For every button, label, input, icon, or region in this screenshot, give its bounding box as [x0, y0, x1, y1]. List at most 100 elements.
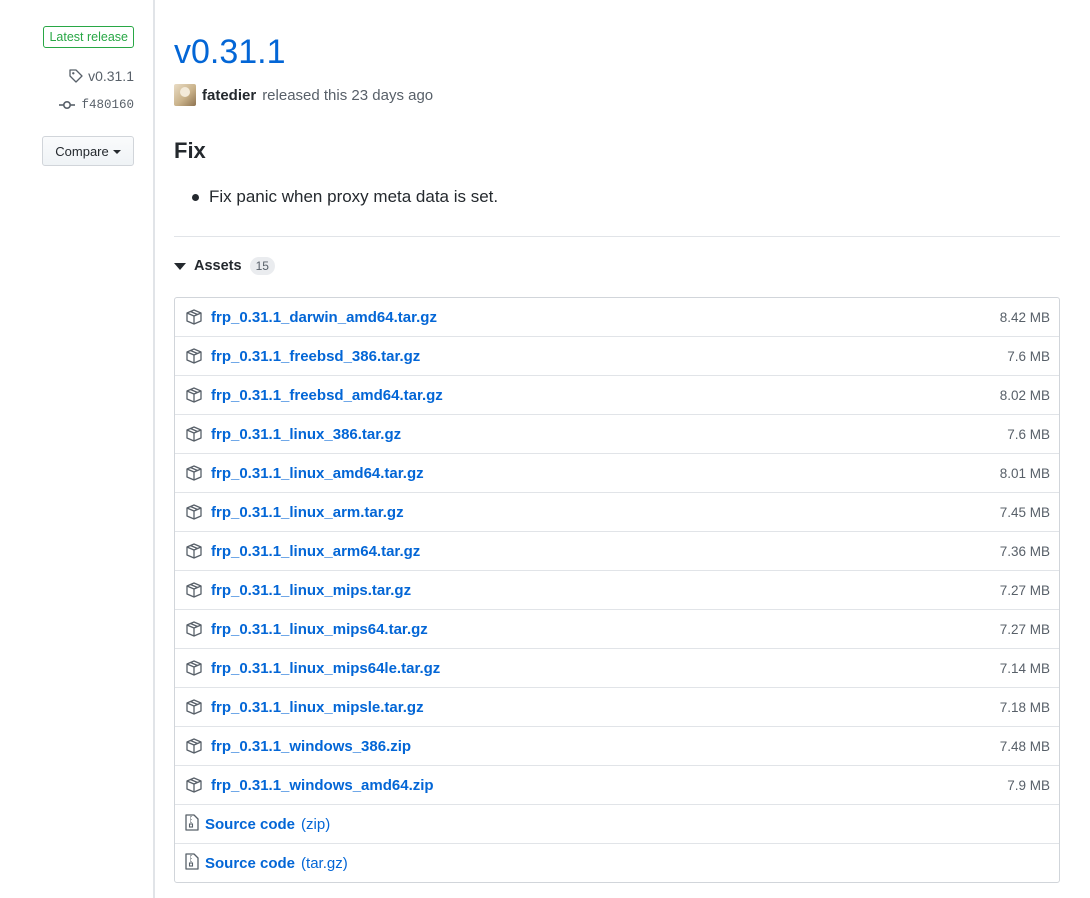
- release-notes-heading: Fix: [174, 138, 206, 163]
- asset-download-link[interactable]: frp_0.31.1_linux_mipsle.tar.gz: [185, 699, 1000, 716]
- asset-size: 7.48 MB: [999, 738, 1050, 754]
- asset-download-link[interactable]: frp_0.31.1_windows_386.zip: [185, 738, 1000, 755]
- asset-row: frp_0.31.1_linux_mipsle.tar.gz 7.18 MB: [175, 687, 1059, 726]
- asset-download-link[interactable]: frp_0.31.1_windows_amd64.zip: [185, 777, 1007, 794]
- assets-count: 15: [249, 257, 275, 275]
- asset-name: frp_0.31.1_freebsd_386.tar.gz: [211, 347, 421, 365]
- file-zip-icon: [185, 852, 199, 874]
- divider: [174, 236, 1060, 237]
- asset-name: frp_0.31.1_linux_amd64.tar.gz: [211, 464, 424, 482]
- release-notes-list: Fix panic when proxy meta data is set.: [192, 185, 498, 209]
- tag-icon: [69, 69, 83, 83]
- asset-row: frp_0.31.1_linux_amd64.tar.gz 8.01 MB: [175, 453, 1059, 492]
- asset-size: 7.36 MB: [999, 543, 1050, 559]
- author-link[interactable]: fatedier: [202, 87, 256, 104]
- package-icon: [185, 504, 203, 520]
- source-code-format: (tar.gz): [301, 854, 348, 872]
- asset-name: frp_0.31.1_windows_amd64.zip: [211, 776, 434, 794]
- package-icon: [185, 621, 203, 637]
- asset-size: 7.6 MB: [1007, 426, 1050, 442]
- asset-download-link[interactable]: frp_0.31.1_freebsd_386.tar.gz: [185, 348, 1007, 365]
- asset-size: 7.14 MB: [999, 660, 1050, 676]
- asset-download-link[interactable]: frp_0.31.1_linux_mips64le.tar.gz: [185, 660, 1000, 677]
- asset-download-link[interactable]: frp_0.31.1_linux_arm.tar.gz: [185, 504, 1000, 521]
- source-code-link[interactable]: Source code (zip): [185, 813, 331, 835]
- asset-size: 7.27 MB: [999, 621, 1050, 637]
- asset-row: frp_0.31.1_linux_arm.tar.gz 7.45 MB: [175, 492, 1059, 531]
- asset-name: frp_0.31.1_freebsd_amd64.tar.gz: [211, 386, 443, 404]
- avatar[interactable]: [174, 84, 196, 106]
- asset-row: frp_0.31.1_linux_mips.tar.gz 7.27 MB: [175, 570, 1059, 609]
- asset-size: 7.27 MB: [999, 582, 1050, 598]
- asset-row: frp_0.31.1_freebsd_386.tar.gz 7.6 MB: [175, 336, 1059, 375]
- source-code-format: (zip): [301, 815, 331, 833]
- release-commit[interactable]: f480160: [59, 98, 134, 112]
- asset-row: frp_0.31.1_freebsd_amd64.tar.gz 8.02 MB: [175, 375, 1059, 414]
- source-code-link[interactable]: Source code (tar.gz): [185, 852, 348, 874]
- asset-size: 8.42 MB: [999, 309, 1050, 325]
- package-icon: [185, 387, 203, 403]
- asset-row: frp_0.31.1_windows_386.zip 7.48 MB: [175, 726, 1059, 765]
- package-icon: [185, 426, 203, 442]
- assets-toggle[interactable]: Assets 15: [174, 257, 275, 275]
- compare-button[interactable]: Compare: [42, 136, 134, 166]
- file-zip-icon: [185, 813, 199, 835]
- latest-release-label: Latest release: [43, 26, 134, 48]
- asset-size: 8.02 MB: [999, 387, 1050, 403]
- asset-name: frp_0.31.1_linux_mipsle.tar.gz: [211, 698, 424, 716]
- asset-size: 8.01 MB: [999, 465, 1050, 481]
- asset-download-link[interactable]: frp_0.31.1_freebsd_amd64.tar.gz: [185, 387, 1000, 404]
- asset-download-link[interactable]: frp_0.31.1_linux_mips64.tar.gz: [185, 621, 1000, 638]
- asset-name: frp_0.31.1_linux_mips64le.tar.gz: [211, 659, 441, 677]
- asset-name: frp_0.31.1_linux_mips64.tar.gz: [211, 620, 428, 638]
- asset-row: frp_0.31.1_darwin_amd64.tar.gz 8.42 MB: [175, 298, 1059, 336]
- asset-download-link[interactable]: frp_0.31.1_darwin_amd64.tar.gz: [185, 309, 1000, 326]
- asset-download-link[interactable]: frp_0.31.1_linux_386.tar.gz: [185, 426, 1007, 443]
- release-meta-sidebar: Latest release v0.31.1 f480160 Compare: [0, 0, 155, 898]
- asset-row: frp_0.31.1_linux_386.tar.gz 7.6 MB: [175, 414, 1059, 453]
- package-icon: [185, 465, 203, 481]
- asset-download-link[interactable]: frp_0.31.1_linux_mips.tar.gz: [185, 582, 1000, 599]
- release-time: released this 23 days ago: [262, 86, 434, 104]
- asset-download-link[interactable]: frp_0.31.1_linux_arm64.tar.gz: [185, 543, 1000, 560]
- asset-name: frp_0.31.1_windows_386.zip: [211, 737, 412, 755]
- asset-size: 7.45 MB: [999, 504, 1050, 520]
- assets-list: frp_0.31.1_darwin_amd64.tar.gz 8.42 MB frp…: [174, 297, 1060, 883]
- asset-size: 7.18 MB: [999, 699, 1050, 715]
- asset-size: 7.6 MB: [1007, 348, 1050, 364]
- release-note-text: Fix panic when proxy meta data is set.: [209, 187, 499, 206]
- asset-row: frp_0.31.1_linux_mips64le.tar.gz 7.14 MB: [175, 648, 1059, 687]
- triangle-down-icon: [174, 262, 186, 270]
- bullet-icon: [192, 193, 199, 201]
- package-icon: [185, 543, 203, 559]
- release-note-item: Fix panic when proxy meta data is set.: [192, 185, 498, 209]
- commit-sha: f480160: [81, 98, 134, 112]
- git-commit-icon: [59, 100, 76, 110]
- source-code-row: Source code (zip): [175, 804, 1059, 843]
- source-code-row: Source code (tar.gz): [175, 843, 1059, 882]
- caret-down-icon: [112, 150, 121, 154]
- asset-name: frp_0.31.1_linux_arm64.tar.gz: [211, 542, 421, 560]
- package-icon: [185, 738, 203, 754]
- assets-heading: Assets: [194, 258, 242, 274]
- compare-label: Compare: [55, 143, 109, 159]
- asset-name: frp_0.31.1_linux_arm.tar.gz: [211, 503, 404, 521]
- package-icon: [185, 309, 203, 325]
- asset-name: frp_0.31.1_linux_386.tar.gz: [211, 425, 402, 443]
- asset-download-link[interactable]: frp_0.31.1_linux_amd64.tar.gz: [185, 465, 1000, 482]
- package-icon: [185, 699, 203, 715]
- asset-row: frp_0.31.1_linux_mips64.tar.gz 7.27 MB: [175, 609, 1059, 648]
- source-code-label: Source code: [205, 854, 296, 872]
- source-code-label: Source code: [205, 815, 296, 833]
- tag-name: v0.31.1: [88, 68, 134, 84]
- asset-row: frp_0.31.1_windows_amd64.zip 7.9 MB: [175, 765, 1059, 804]
- release-title[interactable]: v0.31.1: [174, 32, 286, 72]
- package-icon: [185, 777, 203, 793]
- release-byline: fatedier released this 23 days ago: [174, 84, 433, 106]
- package-icon: [185, 348, 203, 364]
- release-tag[interactable]: v0.31.1: [68, 68, 134, 84]
- asset-row: frp_0.31.1_linux_arm64.tar.gz 7.36 MB: [175, 531, 1059, 570]
- asset-name: frp_0.31.1_darwin_amd64.tar.gz: [211, 308, 437, 326]
- package-icon: [185, 582, 203, 598]
- package-icon: [185, 660, 203, 676]
